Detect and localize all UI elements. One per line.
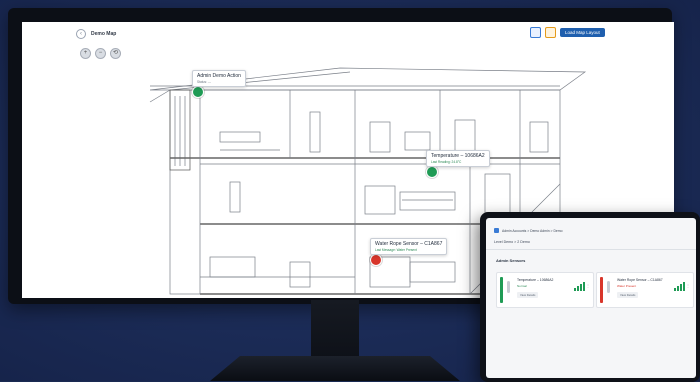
alert-filter-icon[interactable] xyxy=(545,27,556,38)
card-status: Normal xyxy=(517,284,527,288)
sensor-tag-water-rope[interactable]: Water Rope Sensor – C1A867 Last Message:… xyxy=(370,238,448,255)
sensor-tag-admin[interactable]: Admin Demo Action Status: --- xyxy=(192,70,246,87)
sensor-tag-subtitle: Last Reading: 24.8°C xyxy=(431,160,462,164)
folder-icon xyxy=(494,228,499,233)
map-title: Demo Map xyxy=(91,31,117,37)
monitor-base xyxy=(210,356,460,381)
sensor-tag-title: Temperature – 10686A2 xyxy=(431,153,485,159)
sensor-tag-temperature[interactable]: Temperature – 10686A2 Last Reading: 24.8… xyxy=(426,150,490,167)
signal-strength-icon xyxy=(674,282,685,291)
status-bar xyxy=(600,277,603,303)
sensor-card-temperature[interactable]: Temperature – 10686A2 Normal View Detail… xyxy=(496,272,594,308)
zoom-out-icon[interactable]: − xyxy=(95,48,106,59)
card-status: Water Present xyxy=(617,284,637,288)
signal-strength-icon xyxy=(574,282,585,291)
water-drop-icon xyxy=(607,281,610,293)
thermometer-icon xyxy=(507,281,510,293)
sensor-tag-subtitle: Last Message: Water Present xyxy=(375,248,417,252)
map-header: ‹ Demo Map xyxy=(76,29,116,39)
monitor-stand xyxy=(311,300,359,364)
zoom-in-icon[interactable]: + xyxy=(80,48,91,59)
sensor-marker-admin[interactable] xyxy=(192,86,204,98)
sensor-filter-icon[interactable] xyxy=(530,27,541,38)
more-options-icon[interactable]: ⋮ xyxy=(586,283,590,288)
level-selector[interactable]: Level Demo > 2 Demo xyxy=(494,240,530,244)
reset-view-icon[interactable]: ⟲ xyxy=(110,48,121,59)
load-map-layout-button[interactable]: Load Map Layout xyxy=(560,28,605,37)
more-options-icon[interactable]: ⋮ xyxy=(686,283,690,288)
sensor-tag-title: Admin Demo Action xyxy=(197,73,241,79)
sensor-tag-title: Water Rope Sensor – C1A867 xyxy=(375,241,443,247)
sensor-marker-water-rope[interactable] xyxy=(370,254,382,266)
sensor-marker-temperature[interactable] xyxy=(426,166,438,178)
circle-left-icon[interactable]: ‹ xyxy=(76,29,86,39)
map-toolbar: Load Map Layout xyxy=(530,27,605,38)
tablet: Admin Accounts > Demo Admin > Demo Level… xyxy=(480,212,700,382)
tablet-screen: Admin Accounts > Demo Admin > Demo Level… xyxy=(486,218,696,378)
sensor-card-water-rope[interactable]: Water Rope Sensor – C1A867 Water Present… xyxy=(596,272,694,308)
sensor-tag-subtitle: Status: --- xyxy=(197,80,211,84)
card-title: Temperature – 10686A2 xyxy=(517,278,554,282)
status-bar xyxy=(500,277,503,303)
view-details-button[interactable]: View Details xyxy=(517,292,539,298)
breadcrumb: Admin Accounts > Demo Admin > Demo xyxy=(494,228,563,233)
breadcrumb-text[interactable]: Admin Accounts > Demo Admin > Demo xyxy=(502,229,563,233)
section-title: Admin Sensors xyxy=(496,258,526,263)
zoom-controls: + − ⟲ xyxy=(80,48,121,59)
card-title: Water Rope Sensor – C1A867 xyxy=(617,278,663,282)
view-details-button[interactable]: View Details xyxy=(617,292,639,298)
divider xyxy=(486,249,696,250)
